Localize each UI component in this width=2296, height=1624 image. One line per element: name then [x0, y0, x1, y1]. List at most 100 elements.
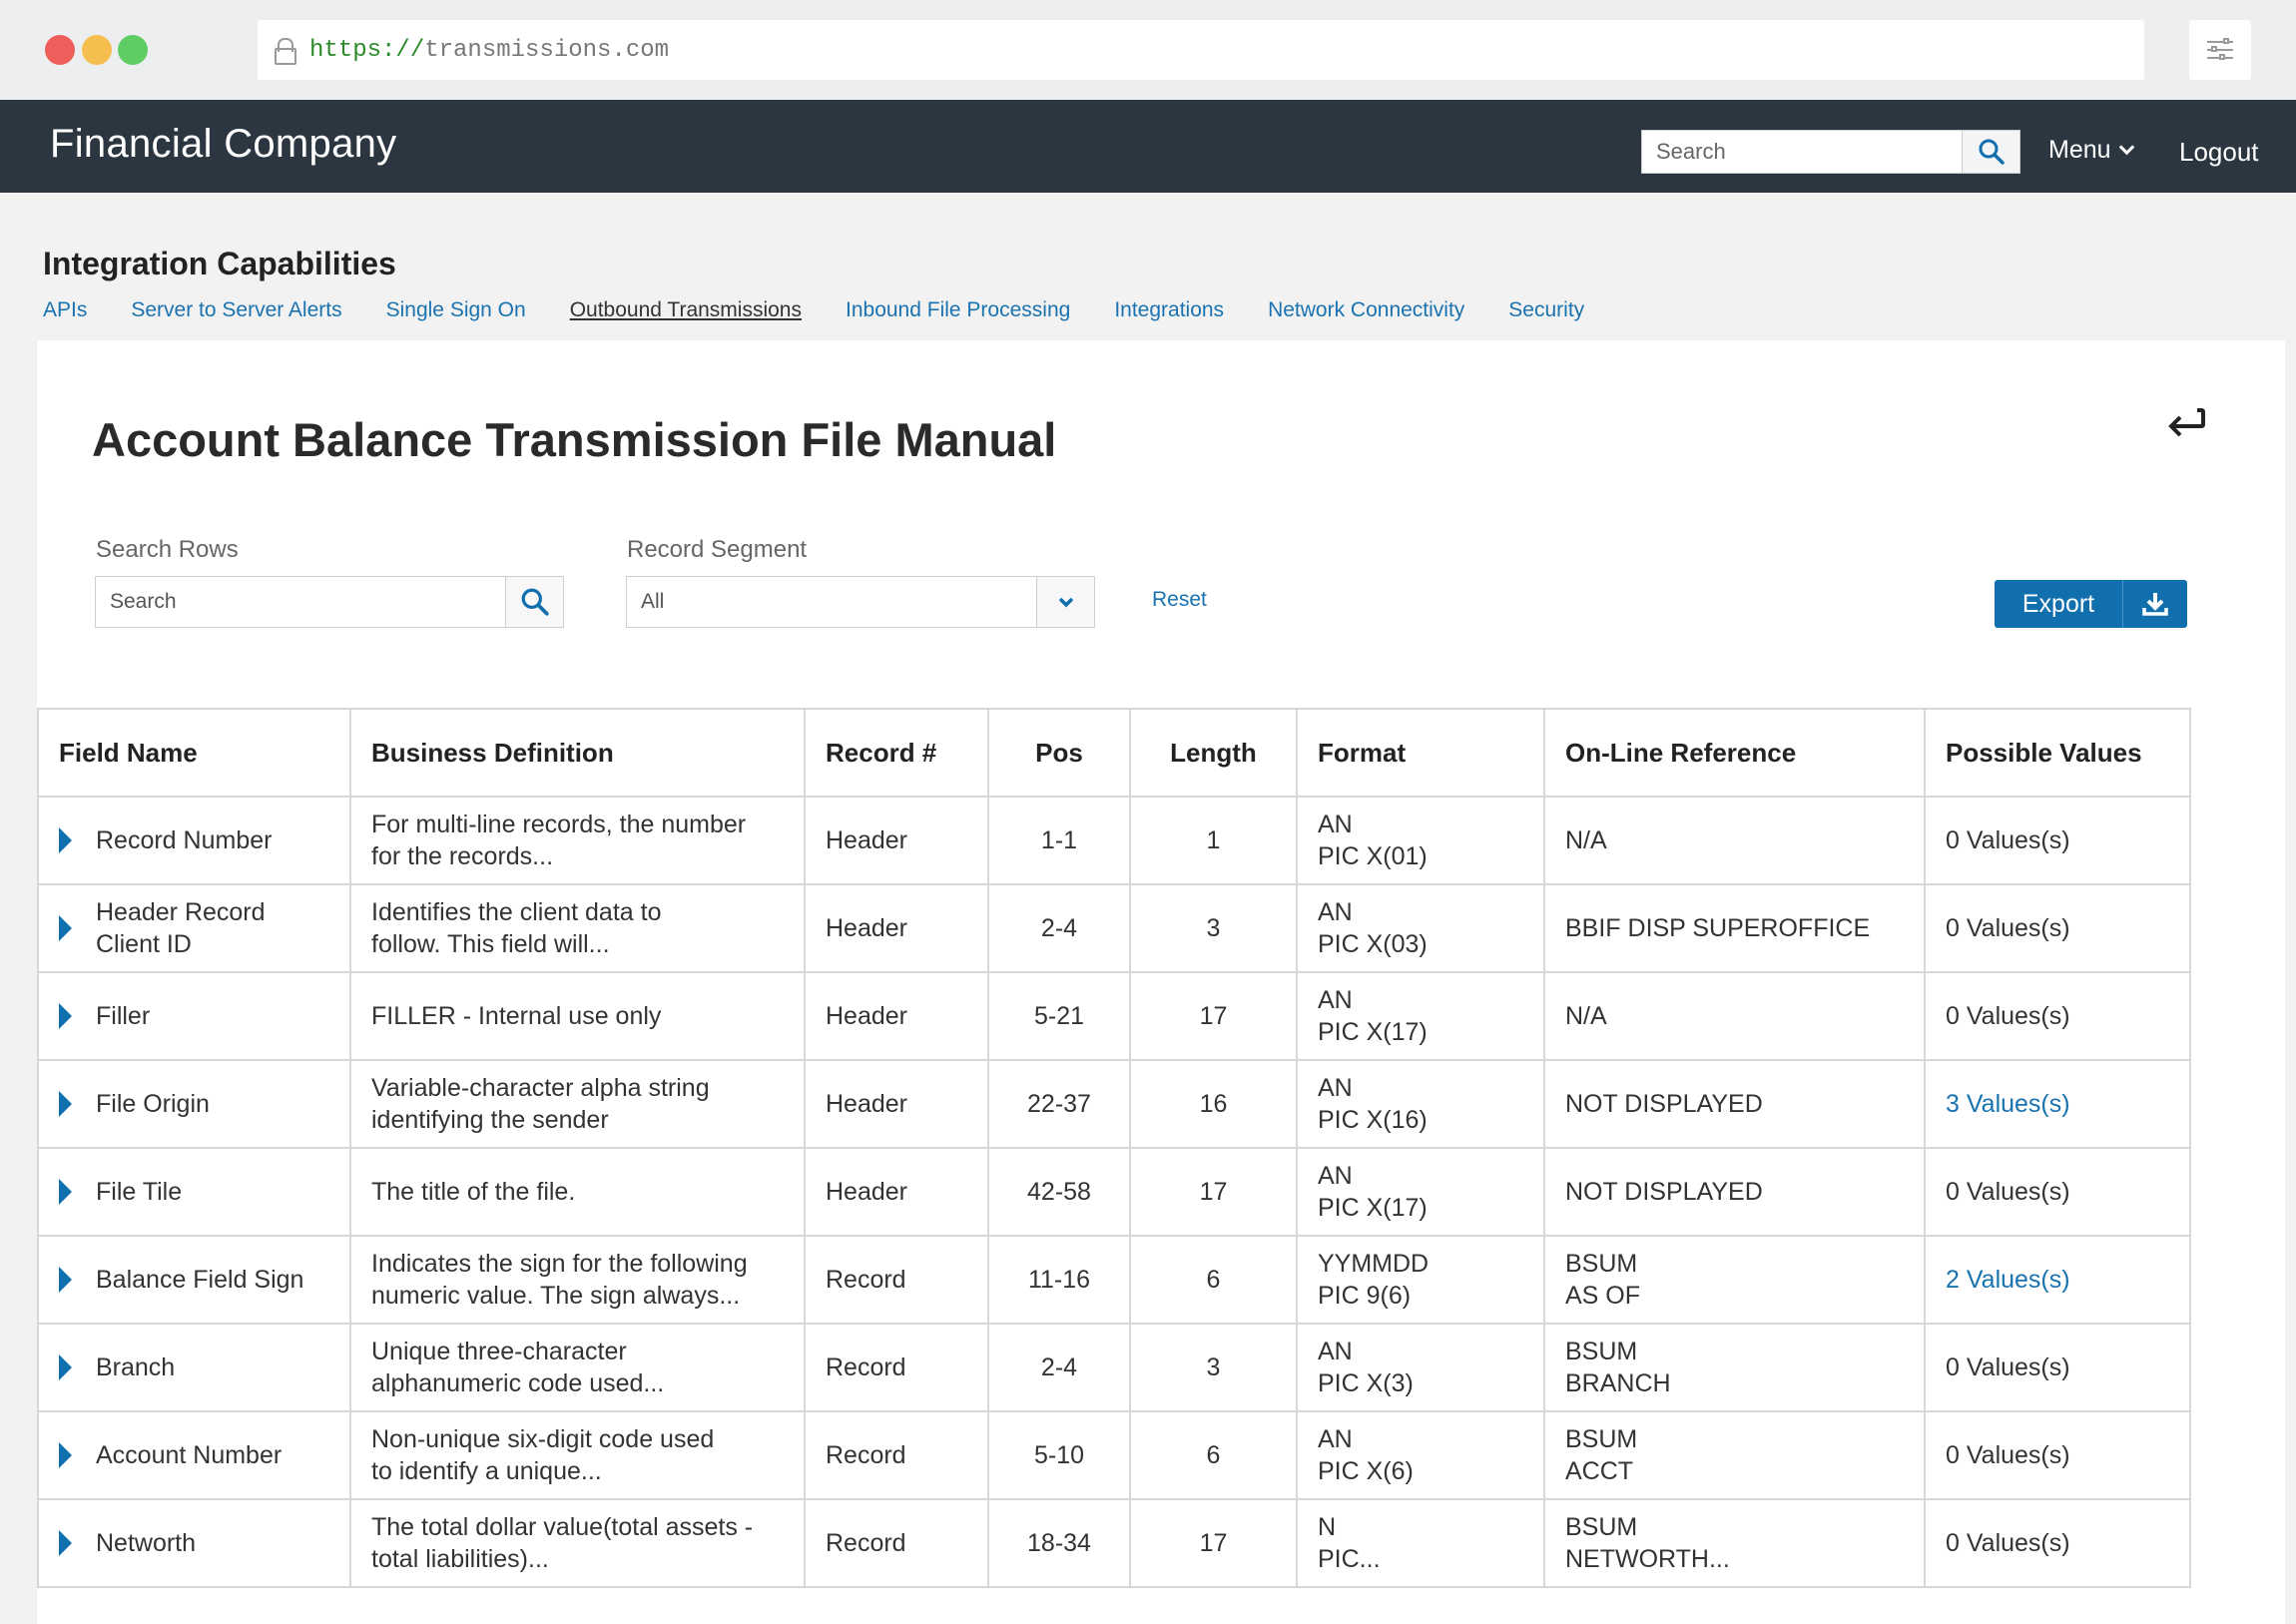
table-row[interactable]: Filler FILLER - Internal use only Header 5-…: [37, 971, 2191, 1061]
section-nav-item[interactable]: Inbound File Processing: [846, 298, 1070, 322]
cell-online-reference: NOT DISPLAYED: [1543, 1059, 1926, 1149]
expand-triangle-icon[interactable]: [59, 1003, 72, 1029]
export-button[interactable]: Export: [1995, 580, 2187, 628]
format-line: AN: [1318, 1162, 1353, 1190]
field-name-text: File Tile: [96, 1176, 182, 1208]
table-row[interactable]: Account Number Non-unique six-digit code …: [37, 1410, 2191, 1500]
reference-line: BBIF DISP SUPEROFFICE: [1565, 914, 1871, 942]
section-nav-item[interactable]: Security: [1508, 298, 1584, 322]
expand-triangle-icon[interactable]: [59, 1091, 72, 1117]
field-name-line: Client ID: [96, 930, 192, 958]
record-segment-select[interactable]: All: [626, 576, 1095, 628]
cell-possible-values: 3 Values(s): [1924, 1059, 2191, 1149]
chevron-down-icon: [1058, 597, 1073, 608]
possible-values-text: 0 Values(s): [1946, 1353, 2070, 1381]
col-header-record[interactable]: Record #: [804, 708, 989, 798]
col-header-business-definition[interactable]: Business Definition: [349, 708, 806, 798]
sliders-icon: [2207, 38, 2233, 61]
possible-values-link[interactable]: 2 Values(s): [1946, 1266, 2070, 1294]
table-row[interactable]: Branch Unique three-character alphanumeric…: [37, 1323, 2191, 1412]
cell-format: AN PIC X(01): [1296, 796, 1545, 885]
field-name-text: Networth: [96, 1527, 196, 1559]
section-title: Integration Capabilities: [43, 246, 396, 281]
cell-pos: 11-16: [987, 1235, 1131, 1325]
window-maximize-dot[interactable]: [118, 35, 148, 65]
field-name-line: Account Number: [96, 1441, 283, 1469]
cell-format: AN PIC X(16): [1296, 1059, 1545, 1149]
expand-triangle-icon[interactable]: [59, 1354, 72, 1380]
menu-dropdown[interactable]: Menu: [2048, 136, 2134, 165]
table-row[interactable]: Record Number For multi-line records, the…: [37, 796, 2191, 885]
table-row[interactable]: Header Record Client ID Identifies the cli…: [37, 883, 2191, 973]
section-nav-item[interactable]: Server to Server Alerts: [131, 298, 341, 322]
search-rows-field: Search: [95, 576, 564, 628]
cell-format: AN PIC X(17): [1296, 1147, 1545, 1237]
address-bar[interactable]: https://transmissions.com: [258, 20, 2144, 80]
cell-online-reference: BSUM NETWORTH...: [1543, 1498, 1926, 1588]
search-rows-input[interactable]: Search: [96, 577, 505, 627]
definition-line: Non-unique six-digit code used: [371, 1425, 715, 1453]
browser-settings-button[interactable]: [2189, 20, 2251, 80]
col-header-format[interactable]: Format: [1296, 708, 1545, 798]
expand-triangle-icon[interactable]: [59, 1179, 72, 1205]
expand-triangle-icon[interactable]: [59, 1442, 72, 1468]
definition-line: total liabilities)...: [371, 1545, 549, 1573]
section-nav-item[interactable]: Network Connectivity: [1268, 298, 1464, 322]
field-name-text: Balance Field Sign: [96, 1264, 303, 1296]
cell-business-definition: The total dollar value(total assets - tot…: [349, 1498, 806, 1588]
record-segment-toggle[interactable]: [1036, 577, 1094, 627]
table-row[interactable]: Networth The total dollar value(total ass…: [37, 1498, 2191, 1588]
expand-triangle-icon[interactable]: [59, 827, 72, 853]
reference-line: BSUM: [1565, 1425, 1638, 1453]
fields-table: Field Name Business Definition Record # …: [37, 708, 2191, 1588]
cell-business-definition: The title of the file.: [349, 1147, 806, 1237]
download-button[interactable]: [2123, 580, 2187, 628]
col-header-field-name[interactable]: Field Name: [37, 708, 351, 798]
window-minimize-dot[interactable]: [82, 35, 112, 65]
chevron-down-icon: [2118, 139, 2134, 156]
cell-length: 3: [1129, 883, 1298, 973]
search-rows-button[interactable]: [505, 577, 563, 627]
cell-possible-values: 0 Values(s): [1924, 971, 2191, 1061]
format-line: PIC...: [1318, 1545, 1381, 1573]
col-header-pos[interactable]: Pos: [987, 708, 1131, 798]
format-line: N: [1318, 1513, 1337, 1541]
expand-triangle-icon[interactable]: [59, 1267, 72, 1293]
cell-format: YYMMDD PIC 9(6): [1296, 1235, 1545, 1325]
cell-pos: 5-21: [987, 971, 1131, 1061]
cell-online-reference: NOT DISPLAYED: [1543, 1147, 1926, 1237]
section-nav-item[interactable]: Integrations: [1114, 298, 1224, 322]
section-nav-item[interactable]: Single Sign On: [386, 298, 526, 322]
col-header-possible-values[interactable]: Possible Values: [1924, 708, 2191, 798]
format-line: PIC X(6): [1318, 1457, 1414, 1485]
col-header-length[interactable]: Length: [1129, 708, 1298, 798]
possible-values-link[interactable]: 3 Values(s): [1946, 1090, 2070, 1118]
reset-link[interactable]: Reset: [1152, 588, 1207, 612]
field-name-wrap: Header Record Client ID: [59, 896, 349, 960]
format-line: PIC X(3): [1318, 1369, 1414, 1397]
brand-name[interactable]: Financial Company: [50, 122, 396, 167]
header-search-button[interactable]: [1962, 131, 2019, 173]
logout-link[interactable]: Logout: [2179, 137, 2259, 168]
export-label: Export: [1995, 580, 2123, 628]
cell-format: AN PIC X(17): [1296, 971, 1545, 1061]
return-arrow-icon[interactable]: [2163, 404, 2207, 444]
field-name-line: File Tile: [96, 1178, 183, 1206]
field-name-text: Record Number: [96, 824, 272, 856]
expand-triangle-icon[interactable]: [59, 1530, 72, 1556]
reference-line: NOT DISPLAYED: [1565, 1090, 1763, 1118]
section-nav-item[interactable]: APIs: [43, 298, 87, 322]
definition-line: Variable-character alpha string: [371, 1074, 710, 1102]
header-search-input[interactable]: [1642, 131, 1962, 173]
col-header-online-reference[interactable]: On-Line Reference: [1543, 708, 1926, 798]
possible-values-text: 0 Values(s): [1946, 914, 2070, 942]
section-nav-item[interactable]: Outbound Transmissions: [570, 298, 802, 322]
format-line: PIC X(17): [1318, 1194, 1428, 1222]
expand-triangle-icon[interactable]: [59, 915, 72, 941]
search-icon: [521, 588, 549, 616]
cell-business-definition: Indicates the sign for the following nume…: [349, 1235, 806, 1325]
table-row[interactable]: Balance Field Sign Indicates the sign for…: [37, 1235, 2191, 1325]
table-row[interactable]: File Tile The title of the file. Header 42-…: [37, 1147, 2191, 1237]
table-row[interactable]: File Origin Variable-character alpha stri…: [37, 1059, 2191, 1149]
window-close-dot[interactable]: [45, 35, 75, 65]
